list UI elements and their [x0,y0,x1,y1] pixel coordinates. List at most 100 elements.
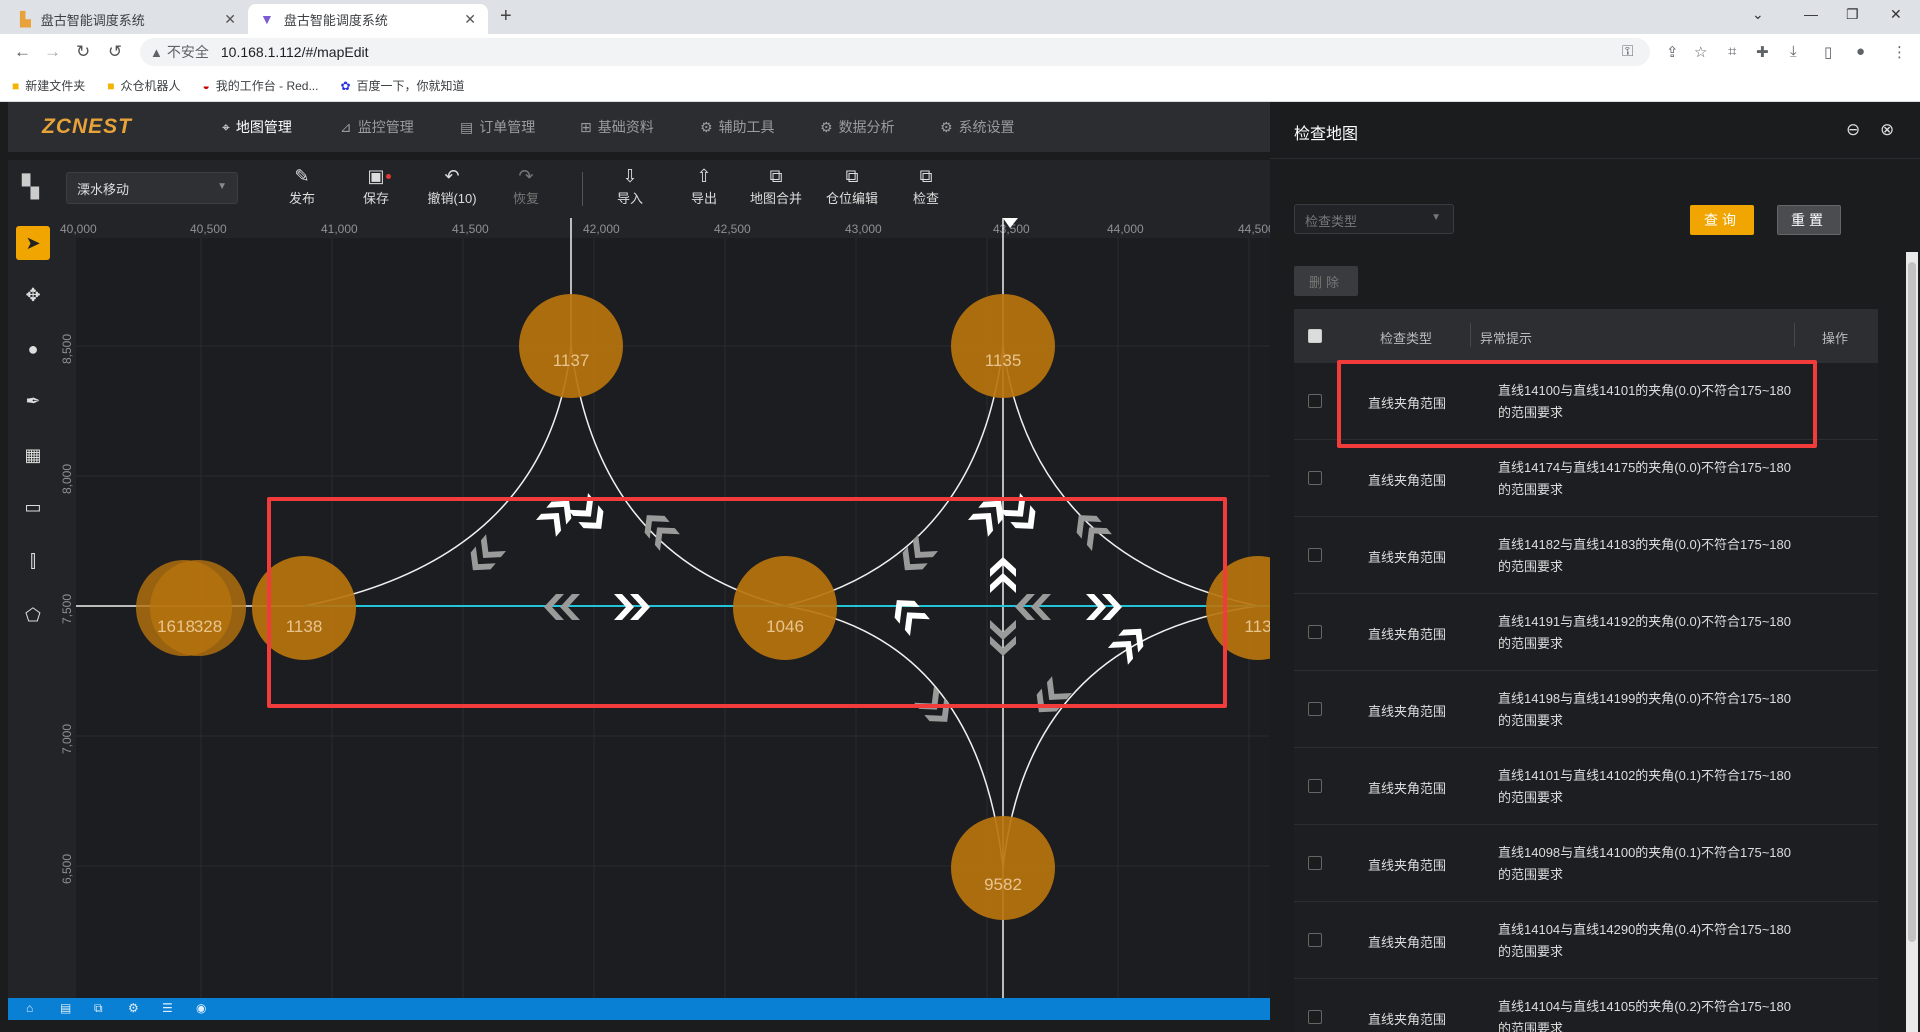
crop-icon[interactable]: ⌗ [1728,43,1736,60]
point-tool-icon[interactable]: ● [16,332,50,366]
menu-map-management[interactable]: ⌖ 地图管理 [222,102,292,152]
key-icon[interactable]: ⚿ [1622,43,1633,60]
table-row[interactable]: 直线夹角范围 直线14101与直线14102的夹角(0.1)不符合175~180的… [1294,748,1878,825]
node-1137[interactable] [519,294,623,398]
row-checkbox[interactable] [1308,856,1322,870]
table-row[interactable]: 直线夹角范围 直线14191与直线14192的夹角(0.0)不符合175~180的… [1294,594,1878,671]
share-icon[interactable]: ⇪ [1666,43,1679,61]
browser-tab-1[interactable]: ▙ 盘古智能调度系统 ✕ [8,4,248,34]
save-button[interactable]: ▣ 保存 [346,164,406,207]
close-tab-icon[interactable]: ✕ [224,11,236,28]
bookmark-item[interactable]: ✿ 百度一下，你就知道 [340,77,464,94]
area-tool-icon[interactable]: ⬠ [16,598,50,632]
download-icon[interactable]: ⤓ [1790,43,1797,60]
x-tick-label: 41,000 [321,222,358,236]
row-checkbox[interactable] [1308,1010,1322,1024]
row-checkbox[interactable] [1308,548,1322,562]
menu-aux-tools[interactable]: ⚙ 辅助工具 [700,102,775,152]
close-panel-icon[interactable]: ⊗ [1880,120,1894,140]
floor-select[interactable]: 溧水移动 ▼ [66,172,238,204]
forward-icon[interactable]: → [44,42,61,62]
check-button[interactable]: ⧉ 检查 [896,164,956,207]
delete-button[interactable]: 删除 [1294,266,1358,296]
menu-basic-data[interactable]: ⊞ 基础资料 [580,102,654,152]
menu-monitoring[interactable]: ⊿ 监控管理 [340,102,414,152]
url-field[interactable]: ▲ 不安全 10.168.1.112/#/mapEdit [140,38,1650,66]
row-checkbox[interactable] [1308,394,1322,408]
move-tool-icon[interactable]: ✥ [16,278,50,312]
x-tick-label: 41,500 [452,222,489,236]
restore-icon[interactable]: ❐ [1846,6,1859,23]
station-tool-icon[interactable]: ▭ [16,490,50,524]
select-tool-icon[interactable]: ➤ [16,226,50,260]
query-button[interactable]: 查询 [1690,205,1754,235]
row-type: 直线夹角范围 [1368,627,1447,642]
menu-label: 基础资料 [597,119,654,135]
row-checkbox[interactable] [1308,779,1322,793]
table-row[interactable]: 直线夹角范围 直线14104与直线14105的夹角(0.2)不符合175~180的… [1294,979,1878,1032]
node-328[interactable] [150,560,246,656]
menu-data-analysis[interactable]: ⚙ 数据分析 [820,102,895,152]
select-all-checkbox[interactable] [1308,329,1322,343]
url-text: 10.168.1.112/#/mapEdit [220,44,369,60]
redo-button[interactable]: ↷ 恢复 [496,164,556,207]
minimize-icon[interactable]: — [1804,6,1818,22]
bookmark-item[interactable]: ■ 众仓机器人 [107,77,180,94]
edit-doc-icon: ✎ [294,166,310,186]
menu-system-settings[interactable]: ⚙ 系统设置 [940,102,1015,152]
table-row[interactable]: 直线夹角范围 直线14198与直线14199的夹角(0.0)不符合175~180的… [1294,671,1878,748]
align-tool-icon[interactable]: ⫿ [16,544,50,578]
node-label: 9582 [984,875,1022,894]
bookmark-item[interactable]: ■ 新建文件夹 [12,77,85,94]
extensions-icon[interactable]: ✚ [1756,43,1769,61]
tab-search-icon[interactable]: ⌄ [1752,6,1764,23]
node-9582[interactable] [951,816,1055,920]
menu-orders[interactable]: ▤ 订单管理 [460,102,535,152]
publish-button[interactable]: ✎ 发布 [272,164,332,207]
history-back-icon[interactable]: ↺ [108,42,122,62]
row-checkbox[interactable] [1308,471,1322,485]
sliders-icon: ⊞ [580,118,592,135]
new-tab-icon[interactable]: + [500,5,512,28]
copy-icon[interactable]: ⧉ [94,1001,103,1016]
minimize-panel-icon[interactable]: ⊖ [1846,120,1860,140]
list-icon[interactable]: ☰ [162,1001,173,1015]
close-tab-icon[interactable]: ✕ [464,11,476,28]
table-row[interactable]: 直线夹角范围 直线14174与直线14175的夹角(0.0)不符合175~180的… [1294,440,1878,517]
import-button[interactable]: ⇩ 导入 [600,164,660,207]
location-pin-icon: ⌖ [222,118,230,135]
row-checkbox[interactable] [1308,933,1322,947]
doc-icon[interactable]: ▤ [60,1001,71,1015]
node-label: 1137 [553,351,590,370]
storage-edit-button[interactable]: ⧉ 仓位编辑 [822,164,882,207]
pen-tool-icon[interactable]: ✒ [16,384,50,418]
shelf-tool-icon[interactable]: ▦ [16,438,50,472]
reload-icon[interactable]: ↻ [76,42,90,62]
home-icon[interactable]: ⌂ [26,1001,33,1015]
profile-icon[interactable]: ● [1856,43,1865,60]
row-checkbox[interactable] [1308,702,1322,716]
menu-dots-icon[interactable]: ⋮ [1892,43,1907,61]
table-row[interactable]: 直线夹角范围 直线14182与直线14183的夹角(0.0)不符合175~180的… [1294,517,1878,594]
map-merge-button[interactable]: ⧉ 地图合并 [746,164,806,207]
gear-icon[interactable]: ⚙ [128,1001,139,1015]
table-row[interactable]: 直线夹角范围 直线14098与直线14100的夹角(0.1)不符合175~180的… [1294,825,1878,902]
close-window-icon[interactable]: ✕ [1890,6,1902,23]
check-type-select[interactable]: 检查类型 ▼ [1294,204,1454,234]
eye-icon[interactable]: ◉ [196,1001,206,1015]
layers-icon[interactable]: ▚ [22,174,50,202]
panel-scroll-thumb[interactable] [1908,262,1916,942]
export-button[interactable]: ⇧ 导出 [674,164,734,207]
node-1135[interactable] [951,294,1055,398]
undo-button[interactable]: ↶ 撤销(10) [422,164,482,207]
bookmark-star-icon[interactable]: ☆ [1694,43,1707,61]
sidebar-icon[interactable]: ▯ [1824,43,1832,61]
merge-icon: ⧉ [769,166,783,186]
map-status-bar: ⌂ ▤ ⧉ ⚙ ☰ ◉ [8,998,1270,1020]
row-checkbox[interactable] [1308,625,1322,639]
back-icon[interactable]: ← [14,42,31,62]
table-row[interactable]: 直线夹角范围 直线14104与直线14290的夹角(0.4)不符合175~180的… [1294,902,1878,979]
bookmark-item[interactable]: ◒ 我的工作台 - Red... [203,77,319,94]
browser-tab-2[interactable]: ▼ 盘古智能调度系统 ✕ [248,4,488,34]
reset-button[interactable]: 重置 [1777,205,1841,235]
